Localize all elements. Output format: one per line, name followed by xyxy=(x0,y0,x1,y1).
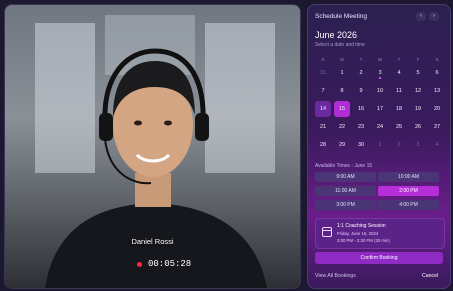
calendar-day[interactable]: 24 xyxy=(372,119,388,135)
calendar-day[interactable]: 3 xyxy=(372,65,388,81)
weekday-header: F xyxy=(416,57,420,62)
calendar-day[interactable]: 18 xyxy=(391,101,407,117)
calendar-day[interactable]: 26 xyxy=(410,119,426,135)
calendar-day[interactable]: 6 xyxy=(429,65,445,81)
calendar-day[interactable]: 23 xyxy=(353,119,369,135)
time-slot-button[interactable]: 11:00 AM xyxy=(315,186,376,196)
time-slot-button[interactable]: 10:00 AM xyxy=(378,172,439,182)
calendar-day[interactable]: 4 xyxy=(391,65,407,81)
calendar-day[interactable]: 9 xyxy=(353,83,369,99)
calendar-day[interactable]: 4 xyxy=(429,137,445,153)
weekday-header: W xyxy=(377,57,383,62)
calendar-day[interactable]: 25 xyxy=(391,119,407,135)
calendar-day[interactable]: 10 xyxy=(372,83,388,99)
time-slot-button[interactable]: 4:00 PM xyxy=(378,200,439,210)
weekday-header: T xyxy=(397,57,401,62)
calendar-day[interactable]: 27 xyxy=(429,119,445,135)
calendar-day[interactable]: 2 xyxy=(353,65,369,81)
calendar-icon xyxy=(322,227,332,237)
elapsed-time: 00:05:28 xyxy=(148,259,192,269)
weekday-header: S xyxy=(321,57,325,62)
calendar-day[interactable]: 20 xyxy=(429,101,445,117)
calendar-day[interactable]: 17 xyxy=(372,101,388,117)
time-slot-button[interactable]: 2:00 PM xyxy=(378,186,439,196)
time-slot-button[interactable]: 3:00 PM xyxy=(315,200,376,210)
summary-title: 1:1 Coaching Session xyxy=(337,223,386,229)
recording-dot-icon xyxy=(137,261,142,267)
calendar-day[interactable]: 21 xyxy=(315,119,331,135)
calendar-day[interactable]: 28 xyxy=(315,137,331,153)
weekday-header: T xyxy=(359,57,363,62)
summary-time: 2:00 PM - 2:30 PM (30 min) xyxy=(337,238,390,243)
calendar-day[interactable]: 5 xyxy=(410,65,426,81)
chevron-left-icon: ‹ xyxy=(420,13,422,19)
booking-summary: 1:1 Coaching Session Friday, June 15, 20… xyxy=(315,218,445,249)
confirm-booking-button[interactable]: Confirm Booking xyxy=(315,252,443,264)
month-label: June 2026 xyxy=(315,30,358,40)
calendar-day[interactable]: 15 xyxy=(334,101,350,117)
calendar-day[interactable]: 3 xyxy=(410,137,426,153)
calendar-day[interactable]: 12 xyxy=(410,83,426,99)
calendar-day[interactable]: 29 xyxy=(334,137,350,153)
calendar-day[interactable]: 14 xyxy=(315,101,331,117)
calendar-day[interactable]: 19 xyxy=(410,101,426,117)
schedule-panel: Schedule Meeting ‹ › June 2026 Select a … xyxy=(307,4,451,289)
calendar-day[interactable]: 1 xyxy=(372,137,388,153)
calendar-day[interactable]: 11 xyxy=(391,83,407,99)
calendar-day[interactable]: 16 xyxy=(353,101,369,117)
calendar-day[interactable]: 22 xyxy=(334,119,350,135)
panel-title: Schedule Meeting xyxy=(315,13,368,20)
participant-name: Daniel Rossi xyxy=(131,237,174,246)
calendar-day[interactable]: 1 xyxy=(334,65,350,81)
prev-month-button[interactable]: ‹ xyxy=(416,12,426,21)
calendar-day[interactable]: 8 xyxy=(334,83,350,99)
calendar-day[interactable]: 2 xyxy=(391,137,407,153)
panel-subtitle: Select a date and time xyxy=(315,42,365,48)
calendar-day[interactable]: 7 xyxy=(315,83,331,99)
video-feed: Daniel Rossi 00:05:28 xyxy=(4,4,301,289)
view-all-bookings-link[interactable]: View All Bookings xyxy=(315,273,356,279)
time-slot-button[interactable]: 9:00 AM xyxy=(315,172,376,182)
summary-date: Friday, June 15, 2024 xyxy=(337,231,379,236)
event-dot-icon xyxy=(379,77,381,79)
weekday-header: M xyxy=(340,57,344,62)
next-month-button[interactable]: › xyxy=(429,12,439,21)
chevron-right-icon: › xyxy=(433,13,435,19)
calendar-day[interactable]: 13 xyxy=(429,83,445,99)
available-times-label: Available Times - June 15 xyxy=(315,163,373,169)
call-timer: 00:05:28 xyxy=(129,255,199,273)
calendar-day[interactable]: 31 xyxy=(315,65,331,81)
calendar-day[interactable]: 30 xyxy=(353,137,369,153)
weekday-header: S xyxy=(435,57,439,62)
cancel-button[interactable]: Cancel xyxy=(422,273,438,279)
